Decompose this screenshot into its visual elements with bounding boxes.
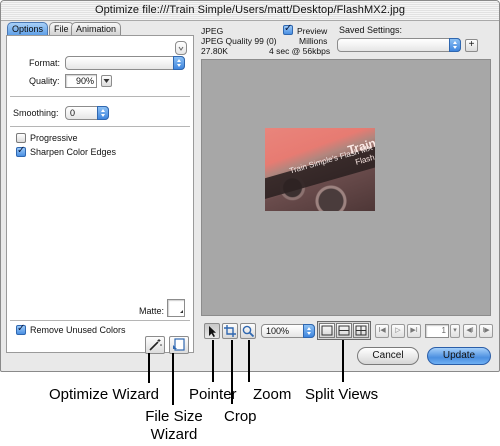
file-size-wizard-callout-line1: File Size (145, 408, 203, 425)
optimize-wizard-callout: Optimize Wizard (49, 386, 160, 403)
pointer-icon (209, 326, 216, 337)
settings-menu-button[interactable] (175, 41, 187, 55)
file-size-icon (173, 338, 185, 351)
format-label: Format: (29, 58, 61, 68)
update-button[interactable]: Update (427, 347, 491, 365)
frame-menu-button[interactable]: ▾ (450, 324, 460, 338)
pointer-leader-line (212, 340, 214, 382)
smoothing-select[interactable]: 0 (65, 106, 109, 120)
matte-label: Matte: (139, 306, 165, 316)
select-arrows-icon (449, 38, 461, 52)
zoom-value: 100% (266, 326, 290, 336)
progressive-label: Progressive (30, 133, 78, 143)
divider (10, 320, 190, 321)
pointer-callout: Pointer (189, 386, 237, 403)
magic-wand-icon (149, 339, 162, 351)
triangle-down-icon (103, 79, 110, 83)
preview-image: Train Simple's Flash MX Up-To-Speed Trai… (265, 128, 375, 211)
split-views-callout: Split Views (305, 386, 379, 403)
format-info: JPEG (201, 26, 224, 36)
file-size-wizard-leader-line (172, 353, 174, 405)
zoom-tool-button[interactable] (240, 323, 256, 339)
preview-info: JPEG JPEG Quality 99 (0) 27.80K Preview … (201, 22, 333, 58)
split-views-leader-line (342, 340, 344, 382)
options-panel: Format: Quality: 90% Smoothing: 0 Progre… (6, 35, 194, 354)
two-up-view-button[interactable] (336, 323, 352, 338)
sharpen-color-edges-label: Sharpen Color Edges (30, 147, 117, 157)
two-pane-icon (338, 325, 350, 336)
saved-settings-label: Saved Settings: (339, 25, 403, 35)
magnifier-icon (242, 325, 255, 338)
tab-animation[interactable]: Animation (71, 22, 122, 36)
saved-settings-select[interactable] (337, 38, 461, 52)
zoom-leader-line (248, 340, 250, 382)
split-views-group (317, 321, 371, 340)
sharpen-color-edges-checkbox[interactable] (16, 145, 26, 157)
first-frame-button[interactable]: I◀ (375, 324, 389, 338)
zoom-select[interactable]: 100% (261, 324, 315, 338)
select-arrows-icon (173, 56, 185, 70)
quality-label: Quality: (29, 76, 60, 86)
remove-unused-colors-label: Remove Unused Colors (30, 325, 126, 335)
smoothing-value: 0 (70, 108, 76, 118)
pointer-tool-button[interactable] (204, 323, 220, 339)
select-arrows-icon (97, 106, 109, 120)
one-up-view-button[interactable] (319, 323, 335, 338)
quality-input[interactable]: 90% (65, 74, 97, 88)
window-title: Optimize file:///Train Simple/Users/matt… (94, 4, 406, 16)
crop-tool-button[interactable] (222, 323, 238, 339)
file-size-info: 27.80K (201, 46, 228, 56)
download-time-info: 4 sec @ 56kbps (269, 46, 331, 56)
smoothing-label: Smoothing: (13, 108, 59, 118)
cancel-button[interactable]: Cancel (357, 347, 419, 365)
tab-options[interactable]: Options (7, 22, 49, 36)
progressive-checkbox[interactable] (16, 133, 26, 143)
tab-file[interactable]: File (49, 22, 74, 36)
preview-checkbox[interactable] (283, 23, 293, 35)
four-up-view-button[interactable] (353, 323, 369, 338)
corner-arrow-icon (180, 310, 183, 313)
select-arrows-icon (303, 324, 315, 338)
preview-area[interactable]: Train Simple's Flash MX Up-To-Speed Trai… (201, 59, 491, 316)
single-pane-icon (321, 325, 333, 336)
quality-info: JPEG Quality 99 (0) (201, 36, 277, 46)
divider (10, 96, 190, 97)
quality-slider-button[interactable] (101, 75, 112, 87)
add-settings-button[interactable]: + (465, 39, 478, 52)
file-size-wizard-button[interactable] (169, 336, 189, 354)
play-button[interactable]: ▷ (391, 324, 405, 338)
preview-label: Preview (297, 26, 328, 36)
crop-callout: Crop (224, 408, 257, 425)
next-frame-button[interactable]: I▶ (479, 324, 493, 338)
crop-icon (224, 325, 236, 337)
four-pane-icon (355, 325, 367, 336)
previous-frame-button[interactable]: ◀I (463, 324, 477, 338)
chevron-down-icon (178, 46, 184, 51)
frame-number-input[interactable]: 1 (425, 324, 449, 338)
title-bar[interactable]: Optimize file:///Train Simple/Users/matt… (1, 1, 499, 21)
optimize-dialog: Optimize file:///Train Simple/Users/matt… (0, 0, 500, 372)
optimize-wizard-leader-line (148, 353, 150, 383)
format-select[interactable] (65, 56, 185, 70)
optimize-wizard-button[interactable] (145, 336, 165, 354)
last-frame-button[interactable]: ▶I (407, 324, 421, 338)
file-size-wizard-callout-line2: Wizard (150, 426, 198, 443)
divider (10, 126, 190, 127)
colors-info: Millions (299, 36, 328, 46)
zoom-callout: Zoom (253, 386, 292, 403)
remove-unused-colors-checkbox[interactable] (16, 323, 26, 335)
matte-color-swatch[interactable] (167, 299, 185, 317)
